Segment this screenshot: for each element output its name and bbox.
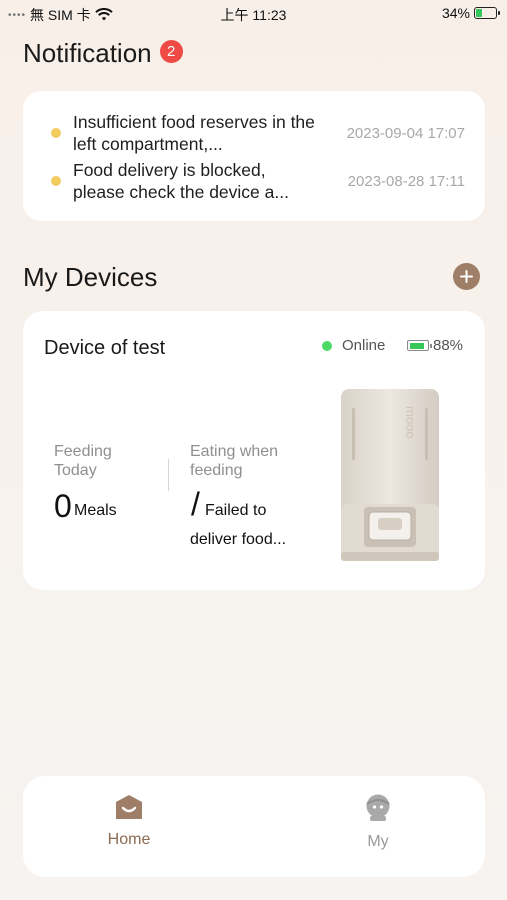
plus-icon [460, 270, 473, 283]
feeding-today-value: 0 [54, 488, 72, 524]
online-label: Online [342, 337, 386, 354]
device-name: Device of test [44, 337, 166, 359]
battery-percent: 34% [441, 5, 470, 21]
add-device-button[interactable] [453, 263, 480, 290]
unread-dot-icon [51, 128, 61, 138]
status-bar: •••• 無 SIM 卡 上午 11:23 34% [0, 0, 507, 26]
devices-title: My Devices [23, 262, 158, 292]
tab-my[interactable]: My [328, 794, 428, 851]
device-battery-level [409, 342, 425, 349]
status-time: 上午 11:23 [220, 7, 287, 23]
stat-divider [168, 459, 169, 491]
status-right: 34% [441, 5, 500, 21]
feeding-today-unit: Meals [74, 502, 117, 519]
notification-time: 2023-09-04 17:07 [346, 124, 465, 142]
notification-item[interactable]: Food delivery is blocked, please check t… [51, 157, 465, 205]
notification-time: 2023-08-28 17:11 [347, 172, 465, 190]
online-dot-icon [322, 340, 332, 351]
notification-title: Notification [23, 38, 152, 68]
notification-card: Insufficient food reserves in the left c… [23, 91, 485, 221]
feeding-today-label: Feeding Today [54, 443, 112, 479]
notification-item[interactable]: Insufficient food reserves in the left c… [51, 109, 465, 157]
svg-text:mooo: mooo [403, 406, 418, 439]
device-battery-icon [407, 340, 432, 351]
online-status: Online [322, 337, 385, 354]
notification-text: Insufficient food reserves in the left c… [73, 112, 315, 154]
device-battery-percent: 88% [433, 337, 464, 354]
battery-level [476, 9, 483, 17]
battery-icon [474, 7, 500, 19]
home-icon [116, 795, 142, 819]
notification-badge: 2 [159, 40, 183, 63]
device-card[interactable]: Device of test Online 88% Feeding Today … [23, 311, 485, 590]
eating-status: Failed to deliver food... [190, 502, 287, 548]
eating-label: Eating when feeding [190, 443, 279, 479]
device-battery: 88% [407, 337, 463, 354]
notification-header: Notification 2 [23, 38, 183, 69]
tab-home-label: Home [107, 831, 151, 848]
pet-feeder-image: mooo [341, 389, 439, 561]
profile-icon [366, 794, 390, 821]
tab-home[interactable]: Home [79, 794, 179, 849]
tab-my-label: My [367, 833, 389, 850]
tab-bar: Home My [23, 776, 485, 877]
devices-header: My Devices [23, 262, 485, 292]
unread-dot-icon [51, 176, 61, 186]
notification-text: Food delivery is blocked, please check t… [73, 160, 289, 202]
